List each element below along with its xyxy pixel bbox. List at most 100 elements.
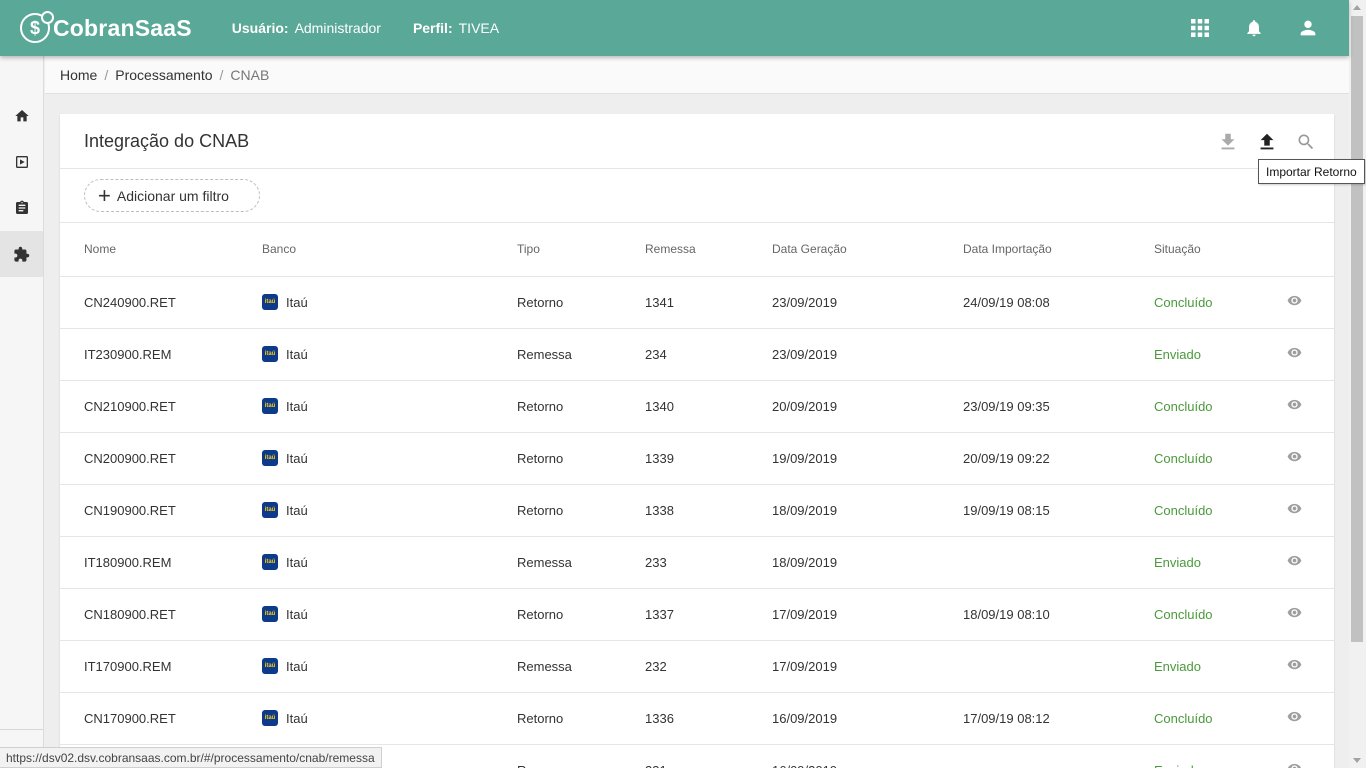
search-button[interactable] bbox=[1291, 128, 1320, 156]
cell-banco-wrap: itaú Itaú bbox=[262, 276, 517, 329]
cell-nome: IT170900.REM bbox=[60, 640, 262, 693]
cell-data-importacao: 19/09/19 08:15 bbox=[963, 484, 1154, 537]
table-row[interactable]: IT180900.REM itaú Itaú Remessa 233 18/09/2019… bbox=[60, 536, 1334, 589]
eye-icon[interactable] bbox=[1286, 605, 1302, 621]
cell-remessa: 1337 bbox=[645, 588, 772, 641]
cell-data-geracao: 16/09/2019 bbox=[772, 744, 963, 768]
cell-nome: IT180900.REM bbox=[60, 536, 262, 589]
scroll-down-icon[interactable] bbox=[1353, 758, 1361, 763]
logo-icon: $ bbox=[20, 11, 54, 43]
cell-remessa: 232 bbox=[645, 640, 772, 693]
cell-tipo: Remessa bbox=[517, 328, 645, 381]
user-icon[interactable] bbox=[1281, 0, 1335, 56]
page-scrollbar[interactable] bbox=[1349, 0, 1366, 768]
cell-banco-wrap: itaú Itaú bbox=[262, 640, 517, 693]
cell-data-geracao: 16/09/2019 bbox=[772, 692, 963, 745]
breadcrumb: Home / Processamento / CNAB bbox=[45, 56, 1349, 94]
scroll-up-icon[interactable] bbox=[1353, 5, 1361, 10]
table-row[interactable]: IT230900.REM itaú Itaú Remessa 234 23/09/2019… bbox=[60, 328, 1334, 381]
col-header-data-geracao[interactable]: Data Geração bbox=[772, 223, 963, 277]
play-box-icon bbox=[15, 156, 28, 168]
cell-remessa: 1340 bbox=[645, 380, 772, 433]
table-row[interactable]: IT170900.REM itaú Itaú Remessa 232 17/09/2019… bbox=[60, 640, 1334, 693]
bell-icon[interactable] bbox=[1227, 0, 1281, 56]
table-row[interactable]: CN180900.RET itaú Itaú Retorno 1337 17/09/201… bbox=[60, 588, 1334, 641]
breadcrumb-processamento[interactable]: Processamento bbox=[115, 67, 212, 83]
eye-icon[interactable] bbox=[1286, 501, 1302, 517]
breadcrumb-separator: / bbox=[104, 66, 109, 83]
cell-banco: Itaú bbox=[286, 502, 308, 518]
profile-info: Perfil: TIVEA bbox=[413, 20, 499, 36]
eye-icon[interactable] bbox=[1286, 449, 1302, 465]
import-return-tooltip: Importar Retorno bbox=[1258, 159, 1365, 184]
import-return-button[interactable] bbox=[1252, 128, 1281, 156]
cell-tipo: Retorno bbox=[517, 432, 645, 485]
eye-icon[interactable] bbox=[1286, 553, 1302, 569]
cell-banco-wrap: itaú Itaú bbox=[262, 380, 517, 433]
eye-icon[interactable] bbox=[1286, 761, 1302, 768]
table-row[interactable]: CN170900.RET itaú Itaú Retorno 1336 16/09/201… bbox=[60, 692, 1334, 745]
breadcrumb-home[interactable]: Home bbox=[60, 67, 97, 83]
home-icon bbox=[14, 110, 29, 122]
col-header-tipo[interactable]: Tipo bbox=[517, 223, 645, 277]
col-header-data-importacao[interactable]: Data Importação bbox=[963, 223, 1154, 277]
itau-logo-icon: itaú bbox=[262, 554, 278, 570]
scroll-thumb[interactable] bbox=[1351, 16, 1363, 642]
cell-nome: IT230900.REM bbox=[60, 328, 262, 381]
cell-banco: Itaú bbox=[286, 398, 308, 414]
cell-banco: Itaú bbox=[286, 294, 308, 310]
sidebar-divider bbox=[0, 729, 43, 730]
sidebar-item-home[interactable] bbox=[0, 93, 43, 139]
table-row[interactable]: CN190900.RET itaú Itaú Retorno 1338 18/09/201… bbox=[60, 484, 1334, 537]
cell-remessa: 231 bbox=[645, 744, 772, 768]
cell-data-importacao bbox=[963, 536, 1154, 589]
cell-situacao: Enviado bbox=[1154, 536, 1284, 589]
user-info: Usuário: Administrador bbox=[232, 20, 381, 36]
page-title: Integração do CNAB bbox=[84, 130, 250, 151]
cell-situacao: Concluído bbox=[1154, 484, 1284, 537]
cnab-table: Nome Banco Tipo Remessa Data Geração Dat… bbox=[60, 223, 1334, 768]
cell-situacao: Concluído bbox=[1154, 588, 1284, 641]
cell-banco: Itaú bbox=[286, 554, 308, 570]
puzzle-icon bbox=[14, 246, 30, 262]
cell-remessa: 1341 bbox=[645, 276, 772, 329]
breadcrumb-current: CNAB bbox=[230, 66, 270, 83]
table-header-row: Nome Banco Tipo Remessa Data Geração Dat… bbox=[60, 223, 1334, 277]
sidebar-item-integration[interactable] bbox=[0, 231, 43, 277]
breadcrumb-separator: / bbox=[219, 66, 224, 83]
col-header-nome[interactable]: Nome bbox=[60, 223, 262, 277]
col-header-situacao[interactable]: Situação bbox=[1154, 223, 1284, 277]
app-logo[interactable]: $ CobranSaaS bbox=[20, 11, 192, 43]
table-row[interactable]: CN200900.RET itaú Itaú Retorno 1339 19/09/201… bbox=[60, 432, 1334, 485]
apps-grid-icon[interactable] bbox=[1173, 0, 1227, 56]
cell-data-geracao: 17/09/2019 bbox=[772, 640, 963, 693]
cell-remessa: 233 bbox=[645, 536, 772, 589]
cell-data-geracao: 18/09/2019 bbox=[772, 536, 963, 589]
eye-icon[interactable] bbox=[1286, 657, 1302, 673]
col-header-remessa[interactable]: Remessa bbox=[645, 223, 772, 277]
eye-icon[interactable] bbox=[1286, 345, 1302, 361]
cell-tipo: Retorno bbox=[517, 484, 645, 537]
cell-banco-wrap: itaú Itaú bbox=[262, 588, 517, 641]
eye-icon[interactable] bbox=[1286, 709, 1302, 725]
cell-data-geracao: 18/09/2019 bbox=[772, 484, 963, 537]
sidebar-item-media[interactable] bbox=[0, 139, 43, 185]
table-row[interactable]: CN240900.RET itaú Itaú Retorno 1341 23/09/201… bbox=[60, 276, 1334, 329]
cell-situacao: Concluído bbox=[1154, 432, 1284, 485]
cell-tipo: Remessa bbox=[517, 640, 645, 693]
eye-icon[interactable] bbox=[1286, 397, 1302, 413]
itau-logo-icon: itaú bbox=[262, 710, 278, 726]
itau-logo-icon: itaú bbox=[262, 398, 278, 414]
cell-tipo: Retorno bbox=[517, 692, 645, 745]
eye-icon[interactable] bbox=[1286, 293, 1302, 309]
download-button[interactable] bbox=[1213, 128, 1242, 156]
cell-data-importacao bbox=[963, 640, 1154, 693]
cell-banco-wrap: itaú Itaú bbox=[262, 432, 517, 485]
download-icon bbox=[1221, 133, 1234, 150]
col-header-banco[interactable]: Banco bbox=[262, 223, 517, 277]
add-filter-button[interactable]: + Adicionar um filtro bbox=[84, 179, 260, 212]
add-filter-label: Adicionar um filtro bbox=[116, 187, 229, 204]
app-name: CobranSaaS bbox=[53, 14, 192, 41]
sidebar-item-clipboard[interactable] bbox=[0, 185, 43, 231]
table-row[interactable]: CN210900.RET itaú Itaú Retorno 1340 20/09/201… bbox=[60, 380, 1334, 433]
